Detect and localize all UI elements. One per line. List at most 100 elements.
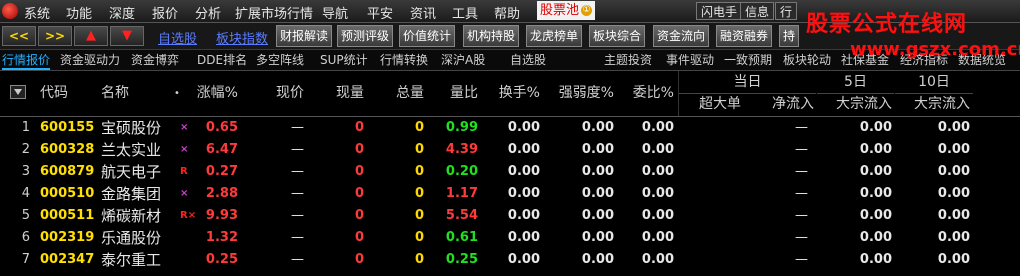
menu-news[interactable]: 资讯 xyxy=(410,3,436,22)
group-10-day: 10日 xyxy=(895,71,973,94)
block-inflow-10d-value: 0.00 xyxy=(937,208,970,223)
table-row[interactable]: 5 000511 烯碳新材 R× 9.93—0 0 5.54 0.00 0.00 0.00—0.0… xyxy=(0,205,1020,227)
fund-flow-button[interactable]: 资金流向 xyxy=(653,25,710,47)
col-turnover[interactable]: 换手% xyxy=(490,71,540,116)
scroll-up-button[interactable]: ▲ xyxy=(74,26,108,46)
volume-ratio-value: 0.99 xyxy=(445,120,478,135)
block-inflow-5d-value: 0.00 xyxy=(859,186,892,201)
change-pct-value: 0.25 xyxy=(205,252,238,267)
commission-ratio-value: 0.00 xyxy=(641,164,674,179)
page-back-button[interactable]: << xyxy=(2,26,36,46)
table-row[interactable]: 1 600155 宝硕股份 × 0.65—0 0 0.99 0.00 0.00 0.00—0.00… xyxy=(0,117,1020,139)
scroll-down-button[interactable]: ▼ xyxy=(110,26,144,46)
turnover-value: 0.00 xyxy=(507,252,540,267)
col-change-pct[interactable]: 涨幅% xyxy=(188,71,238,116)
menu-quote[interactable]: 报价 xyxy=(152,3,178,22)
page-forward-button[interactable]: >> xyxy=(38,26,72,46)
net-inflow-value: — xyxy=(795,230,808,245)
volume-now-value: 0 xyxy=(354,186,364,201)
sector-index-link[interactable]: 板块指数 xyxy=(216,28,268,47)
col-price[interactable]: 现价 xyxy=(260,71,304,116)
margin-trading-button[interactable]: 融资融券 xyxy=(716,25,773,47)
tab-quotes[interactable]: 行情报价 xyxy=(2,50,51,70)
col-name[interactable]: 名称 xyxy=(101,71,129,116)
menu-help[interactable]: 帮助 xyxy=(494,3,520,22)
tab-long-short[interactable]: 多空阵线 xyxy=(256,50,304,70)
stock-name: 航天电子 xyxy=(101,163,162,181)
col-block-inflow-10d[interactable]: 大宗流入 xyxy=(895,93,970,116)
col-volume-total[interactable]: 总量 xyxy=(384,71,424,116)
quote-button[interactable]: 行 xyxy=(775,2,798,20)
value-stats-button[interactable]: 价值统计 xyxy=(399,25,456,47)
strength-value: 0.00 xyxy=(581,252,614,267)
holdings-button[interactable]: 持 xyxy=(779,25,800,47)
watchlist-link[interactable]: 自选股 xyxy=(158,28,197,47)
block-inflow-10d-value: 0.00 xyxy=(937,142,970,157)
strength-value: 0.00 xyxy=(581,230,614,245)
menu-function[interactable]: 功能 xyxy=(66,3,92,22)
change-pct-value: 9.93 xyxy=(205,208,238,223)
block-inflow-10d-value: 0.00 xyxy=(937,186,970,201)
block-inflow-5d-value: 0.00 xyxy=(859,142,892,157)
flash-trade-button[interactable]: 闪电手 xyxy=(696,2,743,20)
watermark-url: www.gszx.com.cn xyxy=(850,39,1020,60)
volume-now-value: 0 xyxy=(354,142,364,157)
tab-fund-drive[interactable]: 资金驱动力 xyxy=(60,50,120,70)
tab-sup-stats[interactable]: SUP统计 xyxy=(320,50,368,70)
col-code[interactable]: 代码 xyxy=(40,71,68,116)
table-row[interactable]: 4 000510 金路集团 × 2.88—0 0 1.17 0.00 0.00 0.00—0.00… xyxy=(0,183,1020,205)
tab-theme-invest[interactable]: 主题投资 xyxy=(604,50,652,70)
stock-name: 金路集团 xyxy=(101,185,162,203)
tab-quote-switch[interactable]: 行情转换 xyxy=(380,50,428,70)
tab-dde-ranking[interactable]: DDE排名 xyxy=(197,50,247,70)
info-button[interactable]: 信息 xyxy=(740,2,775,20)
menu-navigation[interactable]: 导航 xyxy=(322,3,348,22)
tab-watchlist[interactable]: 自选股 xyxy=(510,50,546,70)
table-row[interactable]: 2 600328 兰太实业 × 6.47—0 0 4.39 0.00 0.00 0.00—0.00… xyxy=(0,139,1020,161)
sector-overview-button[interactable]: 板块综合 xyxy=(589,25,646,47)
col-strength[interactable]: 强弱度% xyxy=(550,71,614,116)
col-volume-now[interactable]: 现量 xyxy=(324,71,364,116)
menu-pingan[interactable]: 平安 xyxy=(367,3,393,22)
sort-menu-icon[interactable] xyxy=(10,85,26,99)
commission-ratio-value: 0.00 xyxy=(641,142,674,157)
commission-ratio-value: 0.00 xyxy=(641,120,674,135)
menu-depth[interactable]: 深度 xyxy=(109,3,135,22)
menu-extended-market[interactable]: 扩展市场行情 xyxy=(235,3,313,22)
col-volume-ratio[interactable]: 量比 xyxy=(436,71,478,116)
menu-tools[interactable]: 工具 xyxy=(452,3,478,22)
menu-analysis[interactable]: 分析 xyxy=(195,3,221,22)
financial-report-button[interactable]: 财报解读 xyxy=(276,25,333,47)
block-inflow-10d-value: 0.00 xyxy=(937,164,970,179)
commission-ratio-value: 0.00 xyxy=(641,186,674,201)
volume-now-value: 0 xyxy=(354,230,364,245)
menu-system[interactable]: 系统 xyxy=(24,3,50,22)
institution-holdings-button[interactable]: 机构持股 xyxy=(463,25,520,47)
volume-total-value: 0 xyxy=(414,164,424,179)
tab-consensus[interactable]: 一致预期 xyxy=(724,50,772,70)
tab-a-shares[interactable]: 深沪A股 xyxy=(441,50,485,70)
table-row[interactable]: 7 002347 泰尔重工 0.25 — 0 0 0.25 0.00 0.00 0.00 — 0.00 0… xyxy=(0,249,1020,271)
table-row[interactable]: 6 002319 乐通股份 1.32 — 0 0 0.61 0.00 0.00 0.00 — 0.00 0… xyxy=(0,227,1020,249)
col-commission-ratio[interactable]: 委比% xyxy=(624,71,674,116)
turnover-value: 0.00 xyxy=(507,230,540,245)
stock-pool-menu[interactable]: 股票池 ① xyxy=(537,1,595,20)
col-net-inflow[interactable]: 净流入 xyxy=(750,93,814,116)
table-row[interactable]: 3 600879 航天电子 R 0.27 — 0 0 0.20 0.00 0.00 0.00 — 0.00… xyxy=(0,161,1020,183)
stock-name: 乐通股份 xyxy=(101,229,162,247)
group-5-day: 5日 xyxy=(817,71,894,94)
volume-total-value: 0 xyxy=(414,208,424,223)
tab-fund-game[interactable]: 资金博弈 xyxy=(131,50,179,70)
stock-code: 600155 xyxy=(40,120,95,135)
forecast-rating-button[interactable]: 预测评级 xyxy=(337,25,394,47)
super-large-value xyxy=(679,139,741,161)
price-value: — xyxy=(291,208,304,223)
tab-event-driven[interactable]: 事件驱动 xyxy=(666,50,714,70)
dragon-tiger-list-button[interactable]: 龙虎榜单 xyxy=(526,25,583,47)
net-inflow-value: — xyxy=(795,164,808,179)
super-large-value xyxy=(679,183,741,205)
col-super-large-order[interactable]: 超大单 xyxy=(679,93,741,116)
block-inflow-10d-value: 0.00 xyxy=(937,230,970,245)
volume-ratio-value: 5.54 xyxy=(445,208,478,223)
col-block-inflow-5d[interactable]: 大宗流入 xyxy=(817,93,892,116)
